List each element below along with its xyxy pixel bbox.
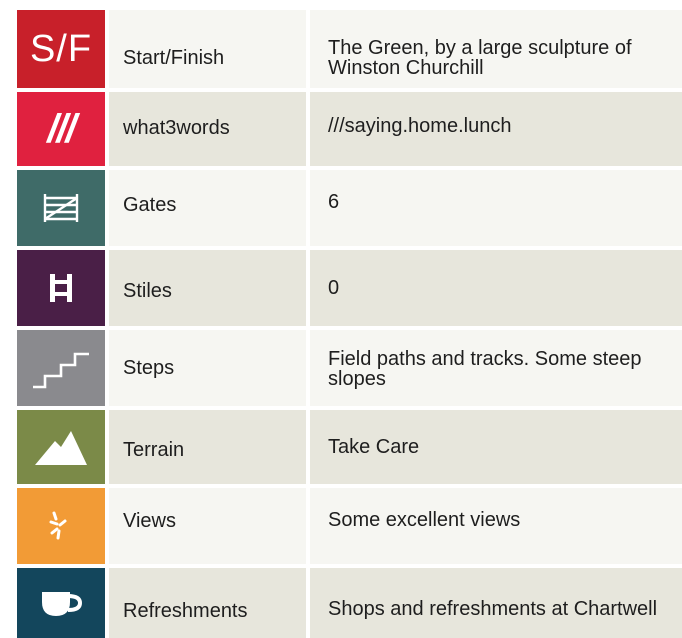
label-refreshments: Refreshments xyxy=(109,568,306,638)
terrain-icon xyxy=(17,410,105,484)
label-stiles: Stiles xyxy=(109,250,306,326)
value-what3words: ///saying.home.lunch xyxy=(310,92,682,166)
table-row-steps: Steps Field paths and tracks. Some steep… xyxy=(17,330,682,406)
table-row-start-finish: S/F Start/Finish The Green, by a large s… xyxy=(17,10,682,88)
table-row-gates: Gates 6 xyxy=(17,170,682,246)
value-terrain: Take Care xyxy=(310,410,682,484)
value-gates: 6 xyxy=(310,170,682,246)
label-views: Views xyxy=(109,488,306,564)
stile-icon xyxy=(17,250,105,326)
value-stiles: 0 xyxy=(310,250,682,326)
refreshments-icon xyxy=(17,568,105,638)
table-row-stiles: Stiles 0 xyxy=(17,250,682,326)
table-row-views: Views Some excellent views xyxy=(17,488,682,564)
value-views: Some excellent views xyxy=(310,488,682,564)
label-steps: Steps xyxy=(109,330,306,406)
table-row-what3words: /// what3words ///saying.home.lunch xyxy=(17,92,682,166)
label-what3words: what3words xyxy=(109,92,306,166)
label-gates: Gates xyxy=(109,170,306,246)
start-finish-icon: S/F xyxy=(17,10,105,88)
gate-icon xyxy=(17,170,105,246)
table-row-refreshments: Refreshments Shops and refreshments at C… xyxy=(17,568,682,638)
what3words-icon: /// xyxy=(17,92,105,166)
label-start-finish: Start/Finish xyxy=(109,10,306,88)
label-terrain: Terrain xyxy=(109,410,306,484)
value-start-finish: The Green, by a large sculpture of Winst… xyxy=(310,10,682,88)
table-row-terrain: Terrain Take Care xyxy=(17,410,682,484)
value-refreshments: Shops and refreshments at Chartwell xyxy=(310,568,682,638)
value-steps: Field paths and tracks. Some steep slope… xyxy=(310,330,682,406)
views-icon xyxy=(17,488,105,564)
steps-icon xyxy=(17,330,105,406)
